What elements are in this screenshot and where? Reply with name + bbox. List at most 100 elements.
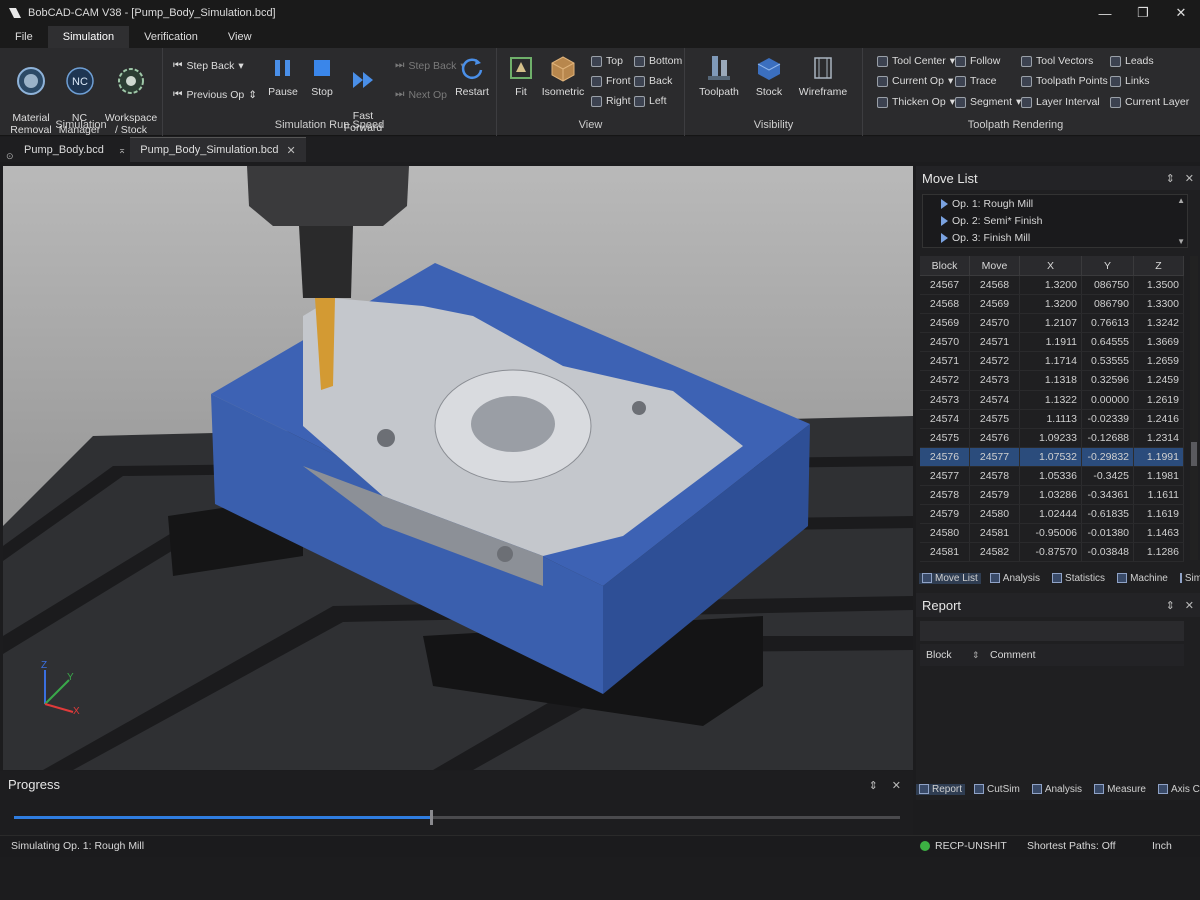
- column-header[interactable]: Comment: [982, 649, 1036, 661]
- step-back-button[interactable]: ⏮ Step Back ▾: [173, 59, 244, 72]
- table-row[interactable]: 24577 24578 1.05336 -0.3425 1.1981: [920, 466, 1184, 487]
- bottom-view-button[interactable]: Bottom: [634, 55, 682, 67]
- panel-close-icon[interactable]: ✕: [1185, 599, 1194, 612]
- restart-button[interactable]: Restart: [453, 54, 491, 98]
- tab-statistics[interactable]: Statistics: [1049, 573, 1108, 584]
- panel-options-icon[interactable]: ⇕: [1166, 172, 1175, 185]
- table-row[interactable]: 24575 24576 1.09233 -0.12688 1.2314: [920, 428, 1184, 448]
- table-row[interactable]: 24568 24569 1.3200 086790 1.3300: [920, 295, 1184, 315]
- op-item[interactable]: Op. 3: Finish Mill: [923, 229, 1187, 246]
- table-row[interactable]: 24567 24568 1.3200 086750 1.3500: [920, 276, 1184, 296]
- table-row[interactable]: 24581 24582 -0.87570 -0.03848 1.1286: [920, 543, 1184, 563]
- table-row[interactable]: 24579 24580 1.02444 -0.61835 1.1619: [920, 505, 1184, 525]
- table-row[interactable]: 24571 24572 1.1714 0.53555 1.2659: [920, 352, 1184, 372]
- minimize-button[interactable]: —: [1086, 0, 1124, 26]
- follow-button[interactable]: Follow: [955, 55, 1000, 67]
- menu-file[interactable]: File: [0, 26, 48, 48]
- stop-button[interactable]: Stop: [307, 54, 337, 98]
- units-status[interactable]: Inch: [1152, 840, 1172, 852]
- tab-simulation[interactable]: Simulation: [1177, 573, 1200, 584]
- progress-slider-handle[interactable]: [430, 810, 434, 825]
- links-button[interactable]: Links: [1110, 75, 1150, 87]
- current-layer-button[interactable]: Current Layer: [1110, 96, 1189, 108]
- column-header[interactable]: X: [1020, 256, 1082, 275]
- leads-button[interactable]: Leads: [1110, 55, 1154, 67]
- move-list-scrollbar[interactable]: [1190, 256, 1198, 560]
- table-row[interactable]: 24578 24579 1.03286 -0.34361 1.1611: [920, 486, 1184, 506]
- table-row[interactable]: 24580 24581 -0.95006 -0.01380 1.1463: [920, 524, 1184, 544]
- toolpath-points-button[interactable]: Toolpath Points: [1021, 75, 1108, 87]
- panel-options-icon[interactable]: ⇕: [869, 779, 878, 792]
- doc-tab-pump-body[interactable]: Pump_Body.bcd: [14, 137, 114, 162]
- menu-simulation[interactable]: Simulation: [47, 26, 130, 48]
- op-item[interactable]: Op. 1: Rough Mill: [923, 195, 1187, 212]
- pause-button[interactable]: Pause: [267, 54, 299, 98]
- simulation-viewport[interactable]: Z Y X: [3, 166, 913, 770]
- op-item[interactable]: Op. 2: Semi* Finish: [923, 212, 1187, 229]
- doc-tab-pump-body-simulation[interactable]: Pump_Body_Simulation.bcd ✕: [130, 137, 306, 162]
- toolpath-button[interactable]: Toolpath: [697, 54, 741, 98]
- report-header: Report ⇕ ✕: [916, 593, 1200, 617]
- tab-measure[interactable]: Measure: [1091, 784, 1149, 795]
- thicken-op-button[interactable]: Thicken Op ▾: [877, 96, 955, 108]
- toolpath-label: Toolpath: [699, 86, 739, 98]
- tab-machine[interactable]: Machine: [1114, 573, 1171, 584]
- panel-close-icon[interactable]: ✕: [892, 779, 901, 792]
- progress-track[interactable]: [14, 810, 900, 825]
- shortest-paths-status[interactable]: Shortest Paths: Off: [1027, 840, 1116, 852]
- table-cell: 1.1714: [1020, 352, 1082, 371]
- table-row[interactable]: 24570 24571 1.1911 0.64555 1.3669: [920, 333, 1184, 353]
- scroll-down-icon[interactable]: ▼: [1177, 237, 1185, 246]
- table-cell: 24570: [920, 333, 970, 352]
- report-filter-field[interactable]: [920, 621, 1184, 641]
- tool-vectors-button[interactable]: Tool Vectors: [1021, 55, 1093, 67]
- tab-move-list[interactable]: Move List: [919, 572, 981, 584]
- layer-interval-button[interactable]: Layer Interval: [1021, 96, 1100, 108]
- sort-icon[interactable]: ⇕: [972, 650, 982, 661]
- wireframe-button[interactable]: Wireframe: [797, 54, 849, 98]
- table-row[interactable]: 24572 24573 1.1318 0.32596 1.2459: [920, 371, 1184, 391]
- column-header[interactable]: Block: [920, 256, 970, 275]
- table-row[interactable]: 24569 24570 1.2107 0.76613 1.3242: [920, 314, 1184, 334]
- trace-button[interactable]: Trace: [955, 75, 996, 87]
- isometric-button[interactable]: Isometric: [541, 54, 585, 98]
- pause-icon: [275, 60, 290, 76]
- column-header[interactable]: Move: [970, 256, 1020, 275]
- links-label: Links: [1125, 75, 1150, 87]
- tab-label: Analysis: [1002, 572, 1041, 584]
- top-view-button[interactable]: Top: [591, 55, 623, 67]
- column-header[interactable]: Y: [1082, 256, 1134, 275]
- table-row[interactable]: 24574 24575 1.1113 -0.02339 1.2416: [920, 409, 1184, 429]
- close-icon[interactable]: ✕: [287, 144, 296, 157]
- table-row[interactable]: 24576 24577 1.07532 -0.29832 1.1991: [920, 447, 1184, 467]
- column-header[interactable]: Z: [1134, 256, 1184, 275]
- current-op-button[interactable]: Current Op ▾: [877, 75, 953, 87]
- panel-close-icon[interactable]: ✕: [1185, 172, 1194, 185]
- scrollbar-thumb[interactable]: [1191, 442, 1197, 466]
- panel-options-icon[interactable]: ⇕: [1166, 599, 1175, 612]
- tool-center-button[interactable]: Tool Center ▾: [877, 55, 955, 67]
- stock-button[interactable]: Stock: [751, 54, 787, 98]
- tool-vectors-icon: [1021, 55, 1032, 67]
- column-header[interactable]: Block: [920, 649, 972, 661]
- tab-axis-control[interactable]: Axis Control: [1155, 784, 1200, 795]
- close-button[interactable]: ✕: [1162, 0, 1200, 26]
- segment-button[interactable]: Segment ▾: [955, 96, 1021, 108]
- tab-report[interactable]: Report: [916, 783, 966, 795]
- maximize-button[interactable]: ❐: [1124, 0, 1162, 26]
- scroll-up-icon[interactable]: ▲: [1177, 196, 1185, 205]
- next-op-button[interactable]: ⏭ Next Op: [395, 88, 447, 101]
- previous-op-button[interactable]: ⏮ Previous Op ⇕: [173, 88, 257, 101]
- menu-verification[interactable]: Verification: [129, 26, 213, 48]
- left-view-button[interactable]: Left: [634, 95, 667, 107]
- tab-cutsim[interactable]: CutSim: [971, 784, 1023, 795]
- fit-button[interactable]: Fit: [505, 54, 537, 98]
- front-view-button[interactable]: Front: [591, 75, 631, 87]
- tab-analysis[interactable]: Analysis: [1029, 784, 1085, 795]
- back-view-button[interactable]: Back: [634, 75, 672, 87]
- right-view-button[interactable]: Right: [591, 95, 631, 107]
- table-cell: -0.87570: [1020, 543, 1082, 562]
- table-row[interactable]: 24573 24574 1.1322 0.00000 1.2619: [920, 390, 1184, 410]
- tab-analysis[interactable]: Analysis: [987, 573, 1043, 584]
- menu-view[interactable]: View: [213, 26, 267, 48]
